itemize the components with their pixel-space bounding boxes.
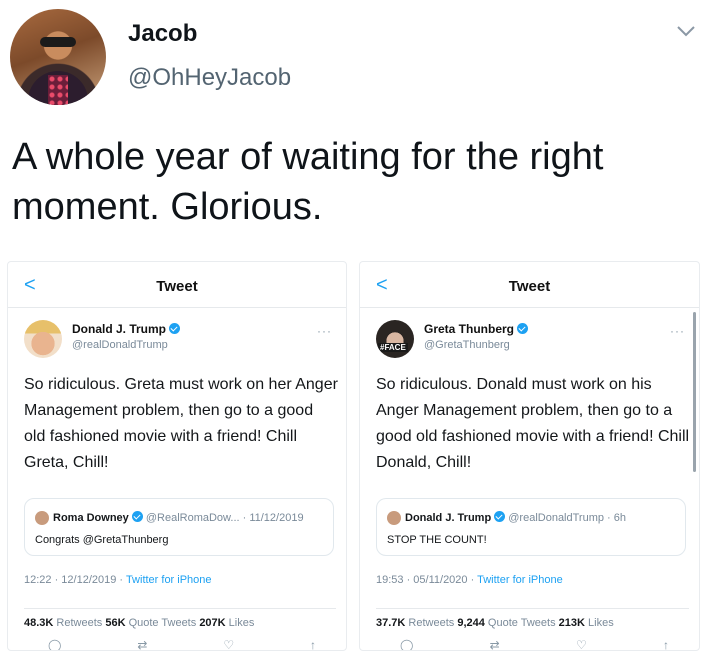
quoted-avatar xyxy=(35,511,49,525)
reply-icon: ◯ xyxy=(48,638,62,651)
avatar-glasses xyxy=(40,37,76,47)
reply-icon: ◯ xyxy=(400,638,414,651)
share-icon: ↑ xyxy=(309,638,316,651)
author-avatar[interactable] xyxy=(10,9,106,105)
tweet-timestamp: 12:22 · 12/12/2019 · Twitter for iPhone xyxy=(24,574,212,586)
quoted-tweet: Roma Downey @RealRomaDow... · 11/12/2019… xyxy=(24,498,334,556)
screenshot-tweet-body: So ridiculous. Greta must work on her An… xyxy=(24,376,338,471)
quoted-text: STOP THE COUNT! xyxy=(387,534,487,546)
chevron-down-icon[interactable] xyxy=(676,24,696,38)
verified-badge-icon xyxy=(517,323,529,334)
action-bar: ◯ ⇄ ♡ ↑ xyxy=(48,638,316,651)
screenshot-bar-title: Tweet xyxy=(156,278,198,295)
screenshot-tweet-body: So ridiculous. Donald must work on his A… xyxy=(376,376,690,471)
tweet-timestamp: 19:53 · 05/11/2020 · Twitter for iPhone xyxy=(376,574,563,586)
avatar-badge: #FACE xyxy=(378,343,408,352)
more-options-icon: ··· xyxy=(317,324,332,338)
verified-badge-icon xyxy=(169,323,181,334)
retweet-icon: ⇄ xyxy=(137,638,148,651)
tweet-stats: 48.3K Retweets 56K Quote Tweets 207K Lik… xyxy=(24,608,336,629)
embedded-screenshot-greta: < Tweet #FACE Greta Thunberg @GretaThunb… xyxy=(359,261,700,651)
like-icon: ♡ xyxy=(575,638,587,651)
verified-badge-icon xyxy=(131,511,143,522)
action-bar: ◯ ⇄ ♡ ↑ xyxy=(400,638,669,651)
screenshot-topbar: < Tweet xyxy=(360,262,699,308)
embedded-screenshot-trump: < Tweet Donald J. Trump @realDonaldTrump… xyxy=(7,261,347,651)
screenshot-author-handle: @realDonaldTrump xyxy=(72,339,168,351)
quoted-avatar xyxy=(387,511,401,525)
screenshot-author-name: Donald J. Trump xyxy=(72,322,181,336)
quoted-author: Roma Downey @RealRomaDow... · 11/12/2019 xyxy=(53,511,304,524)
quoted-text: Congrats @GretaThunberg xyxy=(35,534,169,546)
author-handle[interactable]: @OhHeyJacob xyxy=(128,64,291,92)
scrollbar xyxy=(693,312,696,472)
screenshot-topbar: < Tweet xyxy=(8,262,346,308)
share-icon: ↑ xyxy=(662,638,669,651)
screenshot-bar-title: Tweet xyxy=(508,278,551,295)
tweet-stats: 37.7K Retweets 9,244 Quote Tweets 213K L… xyxy=(376,608,689,629)
quoted-author: Donald J. Trump @realDonaldTrump · 6h xyxy=(405,511,627,524)
more-options-icon: ··· xyxy=(670,324,685,338)
quoted-tweet: Donald J. Trump @realDonaldTrump · 6h ST… xyxy=(376,498,686,556)
trump-avatar xyxy=(24,320,62,358)
avatar-shirt-pattern xyxy=(48,75,68,105)
tweet-text: A whole year of waiting for the right mo… xyxy=(12,136,604,228)
verified-badge-icon xyxy=(494,511,506,522)
screenshot-author-name: Greta Thunberg xyxy=(424,322,529,336)
retweet-icon: ⇄ xyxy=(489,638,500,651)
author-name[interactable]: Jacob xyxy=(128,20,197,48)
screenshot-author-handle: @GretaThunberg xyxy=(424,339,510,351)
like-icon: ♡ xyxy=(223,638,235,651)
greta-avatar: #FACE xyxy=(376,320,414,358)
